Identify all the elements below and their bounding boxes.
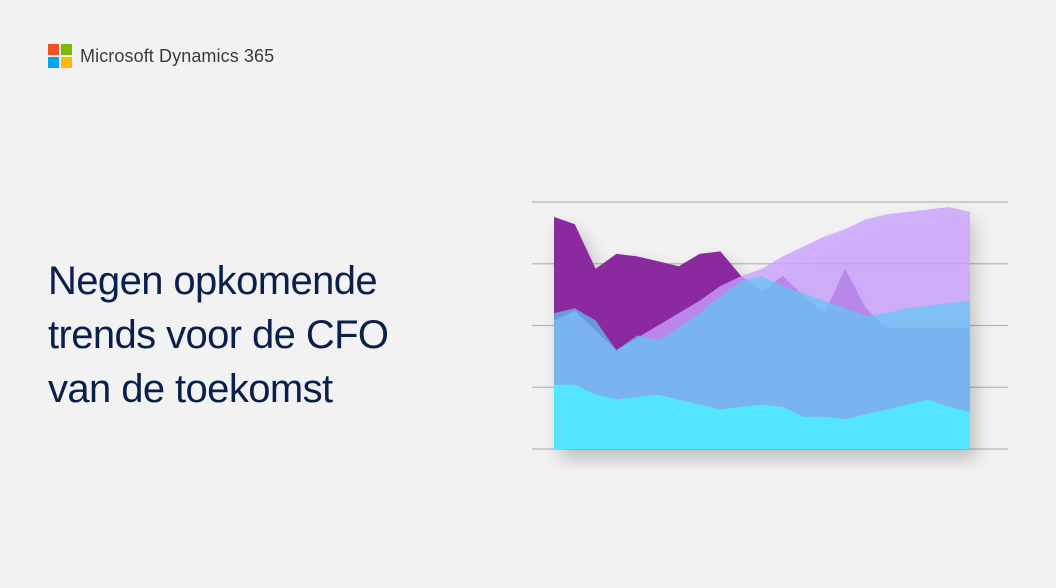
- logo-square-blue: [48, 57, 59, 68]
- page-title: Negen opkomende trends voor de CFO van d…: [48, 254, 389, 416]
- microsoft-logo-icon: [48, 44, 72, 68]
- logo-square-red: [48, 44, 59, 55]
- brand-name: Microsoft Dynamics 365: [80, 45, 275, 66]
- title-line-3: van de toekomst: [48, 367, 333, 411]
- title-line-1: Negen opkomende: [48, 259, 378, 303]
- area-chart: [532, 201, 1008, 450]
- brand-header: Microsoft Dynamics 365: [48, 44, 274, 68]
- title-line-2: trends voor de CFO: [48, 313, 389, 357]
- logo-square-yellow: [61, 57, 72, 68]
- logo-square-green: [61, 44, 72, 55]
